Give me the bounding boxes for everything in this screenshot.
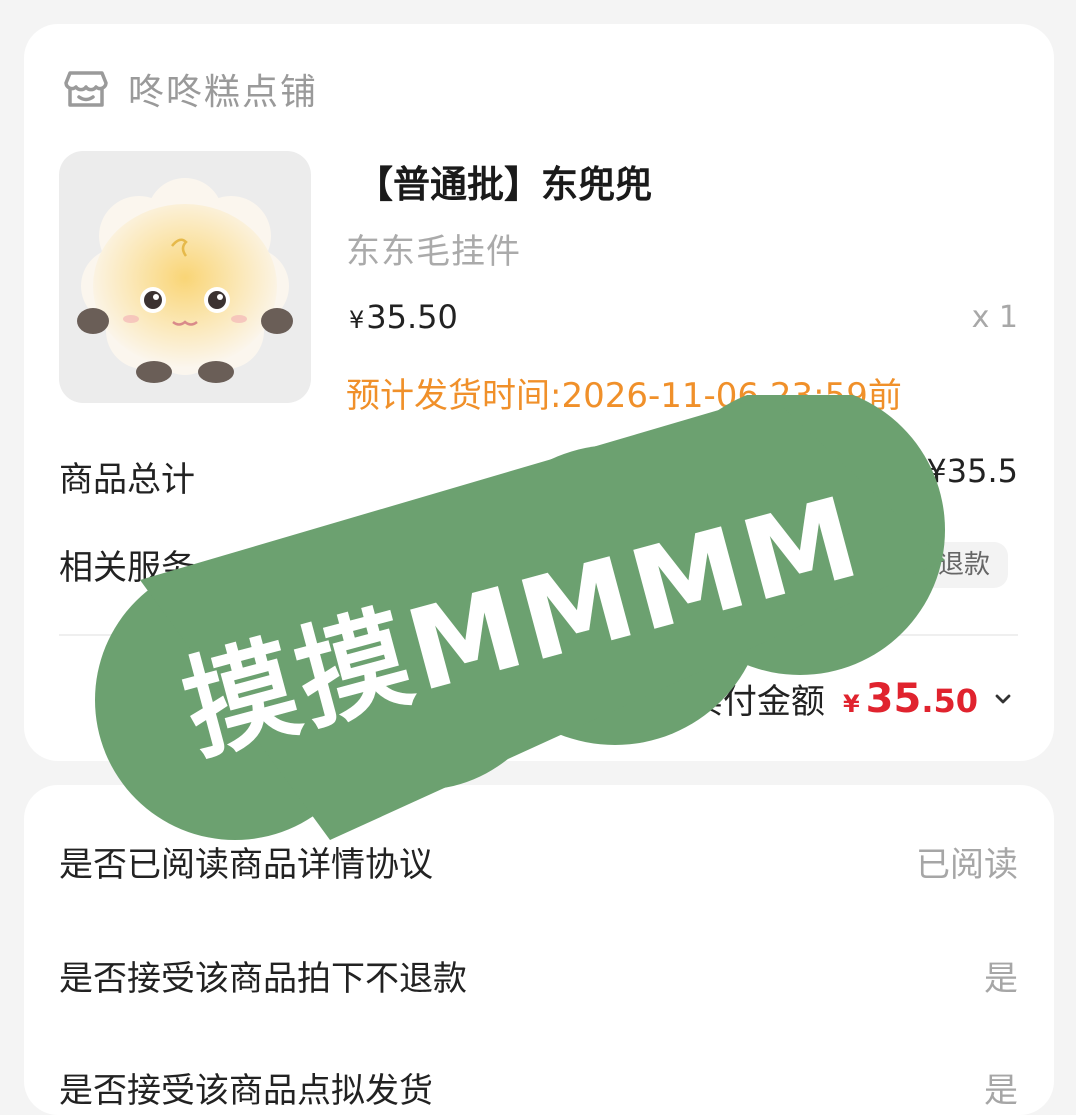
shop-icon bbox=[64, 71, 108, 107]
refund-service-tag[interactable]: 退款 bbox=[919, 542, 1008, 588]
agreement-row: 是否接受该商品拍下不退款 是 bbox=[59, 951, 1018, 1000]
agreement-row: 是否接受该商品点拟发货 是 bbox=[59, 1063, 1018, 1112]
agreement-answer: 是 bbox=[984, 959, 1018, 999]
estimated-ship-time: 预计发货时间:2026-11-06 23:59前 bbox=[346, 376, 902, 416]
product-price-value: 35.50 bbox=[366, 298, 458, 336]
subtotal-label: 商品总计 bbox=[59, 460, 195, 500]
agreement-answer: 是 bbox=[984, 1071, 1018, 1111]
paid-currency-symbol: ¥ bbox=[842, 689, 860, 718]
product-image[interactable] bbox=[59, 151, 311, 403]
paid-amount-label: 实付金额 bbox=[688, 682, 825, 722]
product-price: ¥35.50 bbox=[349, 298, 458, 336]
currency-symbol: ¥ bbox=[349, 306, 365, 334]
product-title[interactable]: 【普通批】东兜兜 bbox=[356, 154, 652, 208]
agreement-question: 是否接受该商品拍下不退款 bbox=[59, 959, 467, 999]
chevron-down-icon[interactable] bbox=[992, 688, 1014, 710]
shop-header[interactable]: 咚咚糕点铺 bbox=[62, 64, 318, 114]
shop-name: 咚咚糕点铺 bbox=[128, 72, 319, 113]
product-variant: 东东毛挂件 bbox=[346, 232, 521, 272]
agreement-answer: 已阅读 bbox=[916, 845, 1018, 885]
service-label: 相关服务 bbox=[59, 548, 195, 588]
agreement-question: 是否已阅读商品详情协议 bbox=[59, 845, 433, 885]
agreement-question: 是否接受该商品点拟发货 bbox=[59, 1071, 433, 1111]
paid-amount-integer: 35 bbox=[865, 675, 922, 722]
paid-amount-value: ¥35.50 bbox=[843, 676, 978, 722]
product-quantity: x 1 bbox=[971, 300, 1018, 335]
paid-amount-row[interactable]: 实付金额 ¥35.50 bbox=[689, 674, 1014, 723]
plush-mascot-image bbox=[77, 178, 293, 383]
agreement-row: 是否已阅读商品详情协议 已阅读 bbox=[59, 837, 1018, 886]
agreement-card: 是否已阅读商品详情协议 已阅读 是否接受该商品拍下不退款 是 是否接受该商品点拟… bbox=[24, 785, 1054, 1115]
paid-amount-decimal: .50 bbox=[921, 681, 978, 720]
subtotal-value: ¥35.5 bbox=[926, 452, 1018, 490]
